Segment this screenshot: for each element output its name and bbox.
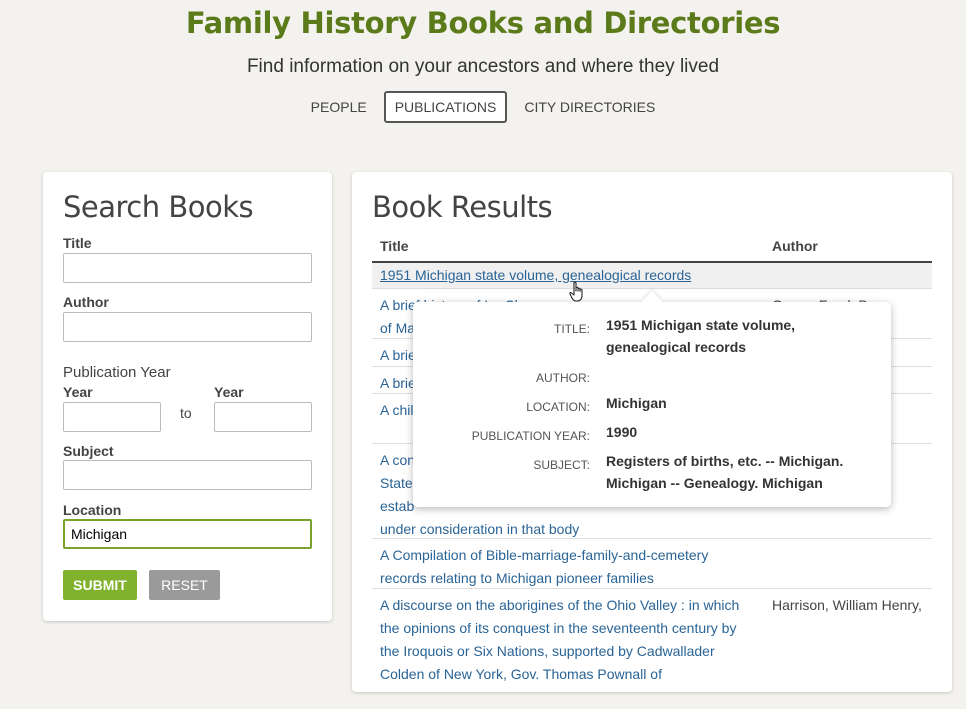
result-title-link[interactable]: 1951 Michigan state volume, genealogical… xyxy=(380,264,750,287)
tooltip-location-label: LOCATION: xyxy=(526,400,590,414)
search-books-heading: Search Books xyxy=(63,190,254,224)
year-to-input[interactable] xyxy=(214,402,312,432)
table-row[interactable]: A discourse on the aborigines of the Ohi… xyxy=(372,589,932,709)
table-row[interactable]: A Compilation of Bible-marriage-family-a… xyxy=(372,539,932,589)
search-books-panel: Search Books Title Author Publication Ye… xyxy=(43,172,332,621)
reset-button[interactable]: RESET xyxy=(149,570,220,600)
submit-button[interactable]: SUBMIT xyxy=(63,570,137,600)
hand-pointer-icon xyxy=(569,281,583,302)
page-subtitle: Find information on your ancestors and w… xyxy=(246,56,720,77)
title-input[interactable] xyxy=(63,253,312,283)
title-label: Title xyxy=(63,235,92,251)
tooltip-title-value: 1951 Michigan state volume, genealogical… xyxy=(606,317,796,355)
year-from-label: Year xyxy=(63,384,93,400)
result-title-link[interactable]: A Compilation of Bible-marriage-family-a… xyxy=(380,544,750,590)
year-to-label: Year xyxy=(214,384,244,400)
to-label: to xyxy=(180,405,192,421)
author-input[interactable] xyxy=(63,312,312,342)
subject-input[interactable] xyxy=(63,460,312,490)
tab-publications[interactable]: PUBLICATIONS xyxy=(383,91,508,123)
tooltip-publication-year-value: 1990 xyxy=(606,424,638,440)
book-details-tooltip: TITLE: 1951 Michigan state volume, genea… xyxy=(413,291,891,507)
location-input[interactable] xyxy=(63,519,312,549)
tooltip-subject-label: SUBJECT: xyxy=(533,458,590,472)
result-author: Harrison, William Henry, xyxy=(772,597,922,613)
tooltip-subject-value: Registers of births, etc. -- Michigan. M… xyxy=(606,453,844,491)
publication-year-label: Publication Year xyxy=(63,364,171,381)
tooltip-publication-year-label: PUBLICATION YEAR: xyxy=(471,429,590,443)
year-from-input[interactable] xyxy=(63,402,161,432)
nav-tabs: PEOPLE PUBLICATIONS CITY DIRECTORIES xyxy=(0,91,966,123)
tooltip-author-label: AUTHOR: xyxy=(536,371,590,385)
column-header-author[interactable]: Author xyxy=(772,238,818,254)
book-results-heading: Book Results xyxy=(372,190,553,224)
location-label: Location xyxy=(63,502,122,518)
tab-city-directories[interactable]: CITY DIRECTORIES xyxy=(513,91,666,123)
tab-people[interactable]: PEOPLE xyxy=(300,91,378,123)
author-label: Author xyxy=(63,294,109,310)
column-header-title[interactable]: Title xyxy=(380,238,409,254)
subject-label: Subject xyxy=(63,443,114,459)
result-title-link[interactable]: A discourse on the aborigines of the Ohi… xyxy=(380,594,750,686)
page-title: Family History Books and Directories xyxy=(185,6,781,40)
table-row[interactable]: 1951 Michigan state volume, genealogical… xyxy=(372,263,932,289)
tooltip-location-value: Michigan xyxy=(606,395,667,411)
tooltip-title-label: TITLE: xyxy=(553,322,590,336)
